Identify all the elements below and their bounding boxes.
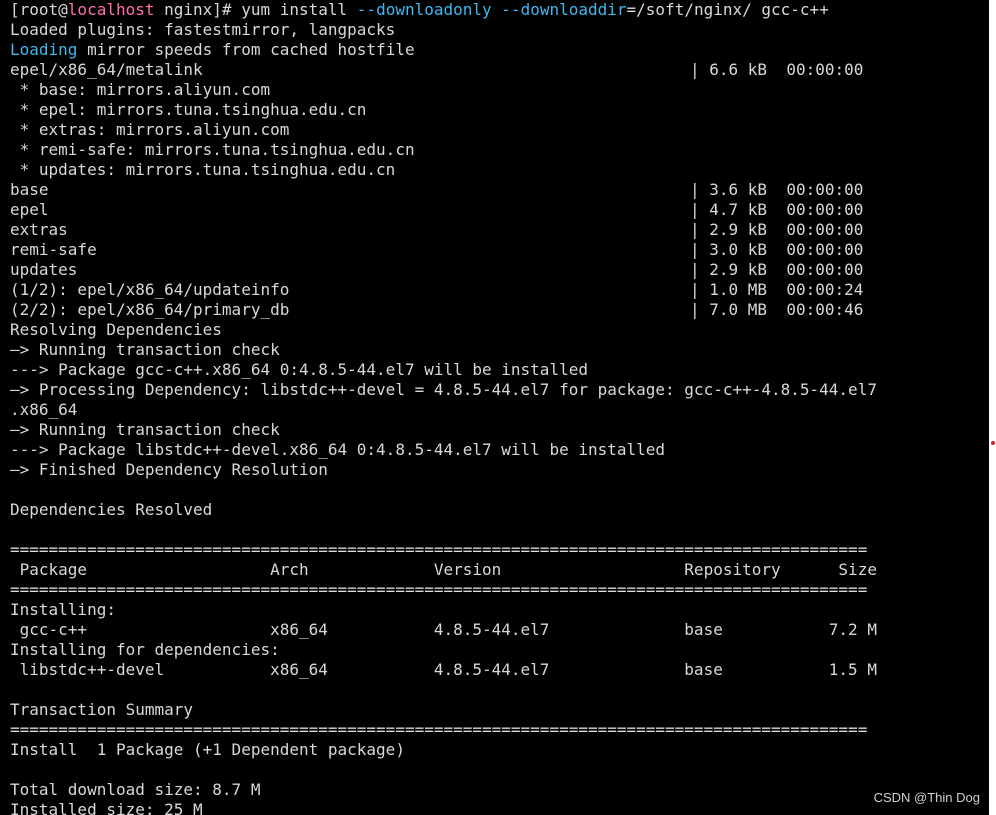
metalink-line: epel/x86_64/metalink | 6.6 kB 00:00:00 (10, 60, 877, 80)
installed-size-line: Installed size: 25 M (10, 800, 203, 815)
separator-line: ========================================… (10, 720, 868, 739)
watermark: CSDN @Thin Dog (873, 790, 980, 805)
resolution-line: —> Running transaction check (10, 340, 280, 359)
repo-line: updates | 2.9 kB 00:00:00 (10, 260, 877, 280)
repo-line: (2/2): epel/x86_64/primary_db | 7.0 MB 00… (10, 300, 877, 320)
install-summary-line: Install 1 Package (+1 Dependent package) (10, 740, 405, 759)
repo-line: (1/2): epel/x86_64/updateinfo | 1.0 MB 00… (10, 280, 877, 300)
repo-stats: | 3.0 kB 00:00:00 (690, 240, 864, 259)
mirror-line: * extras: mirrors.aliyun.com (10, 120, 290, 139)
table-row: libstdc++-devel x86_64 4.8.5-44.el7 base… (10, 660, 877, 679)
repo-stats: | 1.0 MB 00:00:24 (690, 280, 864, 299)
summary-title: Transaction Summary (10, 700, 194, 719)
command-prompt-line: [root@localhost nginx]# yum install --do… (10, 0, 877, 20)
terminal-output: [root@localhost nginx]# yum install --do… (10, 0, 877, 815)
mirror-line: * epel: mirrors.tuna.tsinghua.edu.cn (10, 100, 367, 119)
loading-rest: mirror speeds from cached hostfile (77, 40, 415, 59)
flag-downloadonly: --downloadonly (356, 0, 492, 19)
separator-line: ========================================… (10, 540, 868, 559)
prompt-host: localhost (67, 0, 155, 19)
flag-space (492, 0, 502, 19)
repo-name: (1/2): epel/x86_64/updateinfo (10, 280, 290, 299)
repo-stats: | 2.9 kB 00:00:00 (690, 220, 864, 239)
metalink-stats: | 6.6 kB 00:00:00 (690, 60, 864, 79)
mirror-line: * remi-safe: mirrors.tuna.tsinghua.edu.c… (10, 140, 415, 159)
table-row: gcc-c++ x86_64 4.8.5-44.el7 base 7.2 M (10, 620, 877, 639)
resolution-line: ---> Package libstdc++-devel.x86_64 0:4.… (10, 440, 666, 459)
installing-deps-heading: Installing for dependencies: (10, 640, 280, 659)
repo-name: remi-safe (10, 240, 97, 259)
resolution-line: —> Finished Dependency Resolution (10, 460, 328, 479)
installing-heading: Installing: (10, 600, 116, 619)
loading-mirrors-line: Loading mirror speeds from cached hostfi… (10, 40, 877, 60)
repo-line: extras | 2.9 kB 00:00:00 (10, 220, 877, 240)
resolution-line: Resolving Dependencies (10, 320, 222, 339)
loaded-plugins-line: Loaded plugins: fastestmirror, langpacks (10, 20, 396, 39)
mirror-line: * base: mirrors.aliyun.com (10, 80, 271, 99)
repo-stats: | 2.9 kB 00:00:00 (690, 260, 864, 279)
deps-resolved-line: Dependencies Resolved (10, 500, 213, 519)
prompt-path: nginx]# (154, 0, 242, 19)
terminal-window[interactable]: [root@localhost nginx]# yum install --do… (0, 0, 989, 815)
repo-name: extras (10, 220, 68, 239)
repo-line: epel | 4.7 kB 00:00:00 (10, 200, 877, 220)
repo-stats: | 7.0 MB 00:00:46 (690, 300, 864, 319)
repo-line: base | 3.6 kB 00:00:00 (10, 180, 877, 200)
table-header: Package Arch Version Repository Size (10, 560, 877, 579)
resolution-line: ---> Package gcc-c++.x86_64 0:4.8.5-44.e… (10, 360, 588, 379)
repo-name: updates (10, 260, 78, 279)
resolution-line: —> Processing Dependency: libstdc++-deve… (10, 380, 877, 399)
command-args: =/soft/nginx/ gcc-c++ (626, 0, 829, 19)
flag-downloaddir: --downloaddir (501, 0, 627, 19)
repo-stats: | 4.7 kB 00:00:00 (690, 200, 864, 219)
red-dot-marker (991, 441, 995, 445)
window-edge (989, 0, 996, 815)
repo-stats: | 3.6 kB 00:00:00 (690, 180, 864, 199)
resolution-line: —> Running transaction check (10, 420, 280, 439)
command-text: yum install (241, 0, 357, 19)
repo-line: remi-safe | 3.0 kB 00:00:00 (10, 240, 877, 260)
mirror-line: * updates: mirrors.tuna.tsinghua.edu.cn (10, 160, 396, 179)
prompt-open: [root@ (10, 0, 68, 19)
repo-name: base (10, 180, 49, 199)
metalink-name: epel/x86_64/metalink (10, 60, 203, 79)
total-download-line: Total download size: 8.7 M (10, 780, 261, 799)
separator-line: ========================================… (10, 580, 868, 599)
repo-name: epel (10, 200, 49, 219)
repo-name: (2/2): epel/x86_64/primary_db (10, 300, 290, 319)
loading-word: Loading (10, 40, 78, 59)
resolution-line: .x86_64 (10, 400, 78, 419)
